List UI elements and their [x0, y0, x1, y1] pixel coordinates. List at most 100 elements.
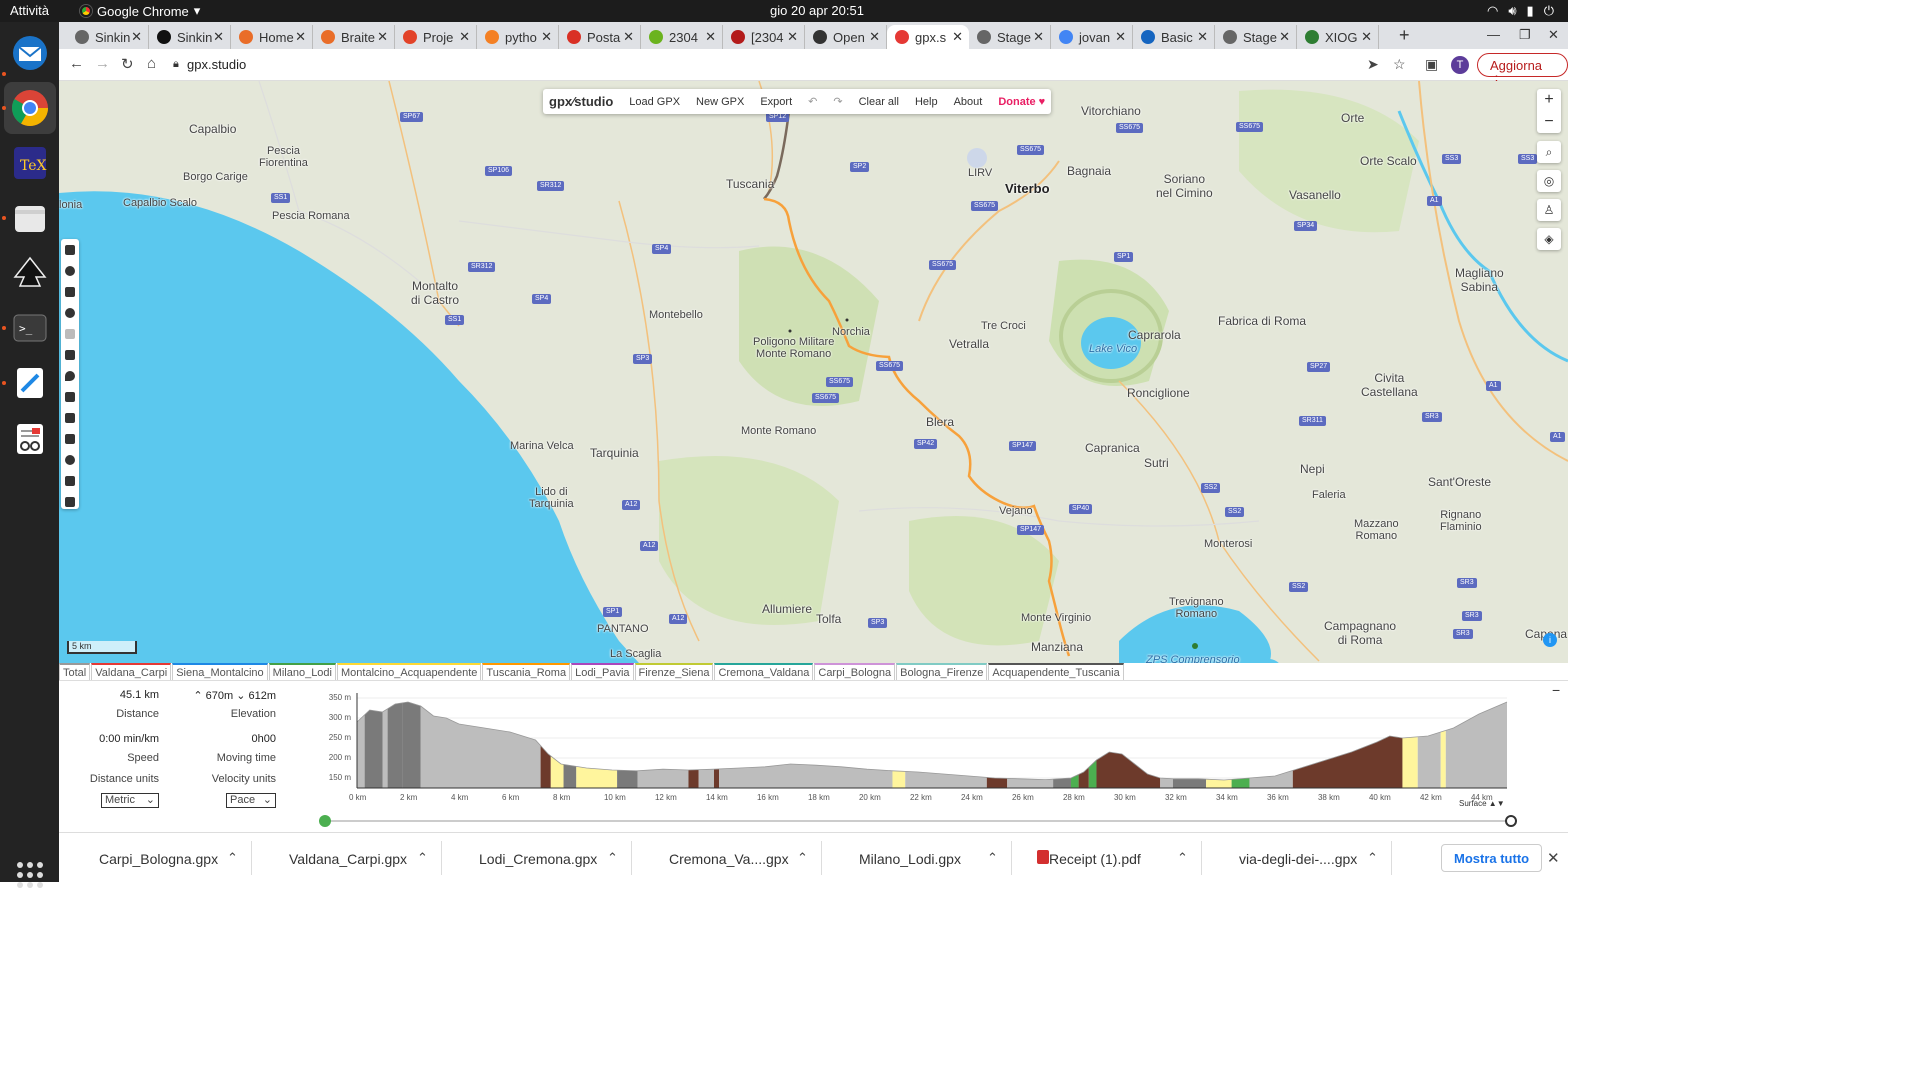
browser-tab[interactable]: Posta ✕ [559, 25, 641, 49]
send-icon[interactable]: ➤ [1367, 56, 1379, 73]
chevron-up-icon[interactable]: ⌃ [987, 850, 998, 866]
minimize-icon[interactable]: — [1487, 27, 1500, 42]
thunderbird-icon[interactable] [9, 32, 51, 74]
inkscape-icon[interactable] [9, 252, 51, 294]
download-item[interactable]: Lodi_Cremona.gpx [479, 851, 597, 867]
chevron-up-icon[interactable]: ⌃ [1367, 850, 1378, 866]
search-icon[interactable]: ⌕ [1537, 141, 1561, 163]
close-tab-icon[interactable]: ✕ [952, 29, 963, 45]
close-tab-icon[interactable]: ✕ [787, 29, 798, 45]
new-gpx-button[interactable]: New GPX [696, 96, 744, 108]
track-tab[interactable]: Tuscania_Roma [482, 663, 571, 680]
browser-tab[interactable]: 2304 ✕ [641, 25, 723, 49]
browser-tab[interactable]: jovan ✕ [1051, 25, 1133, 49]
track-tab[interactable]: Cremona_Valdana [714, 663, 814, 680]
close-tab-icon[interactable]: ✕ [1279, 29, 1290, 45]
crop-icon[interactable] [65, 413, 75, 423]
track-tab[interactable]: Montalcino_Acquapendente [337, 663, 482, 680]
list-icon[interactable] [65, 329, 75, 339]
trash-icon[interactable] [65, 497, 75, 507]
show-applications-icon[interactable] [17, 862, 43, 888]
document-viewer-icon[interactable] [9, 418, 51, 460]
zoom-out-button[interactable]: − [1537, 111, 1561, 133]
surface-toggle[interactable]: Surface ▲▼ [1459, 799, 1505, 808]
copy-icon[interactable] [65, 350, 75, 360]
terminal-icon[interactable]: >_ [9, 307, 51, 349]
chevron-up-icon[interactable]: ⌃ [607, 850, 618, 866]
street-view-icon[interactable]: ♙ [1537, 199, 1561, 221]
distance-units-select[interactable]: Metric ⌄ [101, 793, 159, 808]
reverse-icon[interactable] [65, 287, 75, 297]
gpx-studio-logo[interactable]: gpx⁄studio [549, 94, 613, 109]
compress-icon[interactable] [65, 392, 75, 402]
palette-icon[interactable] [65, 455, 75, 465]
download-item[interactable]: via-degli-dei-....gpx [1239, 851, 1357, 867]
close-tab-icon[interactable]: ✕ [377, 29, 388, 45]
waypoint-icon[interactable] [65, 371, 75, 381]
zoom-in-button[interactable]: + [1537, 89, 1561, 111]
about-button[interactable]: About [954, 96, 983, 108]
close-tab-icon[interactable]: ✕ [1115, 29, 1126, 45]
chevron-up-icon[interactable]: ⌃ [1177, 850, 1188, 866]
map-view[interactable]: Capalbio Pescia Fiorentina Borgo Carige Cap… [59, 81, 1568, 663]
reload-icon[interactable]: ↻ [121, 55, 134, 73]
merge-icon[interactable] [65, 476, 75, 486]
undo-icon[interactable]: ↶ [808, 95, 817, 108]
track-tab[interactable]: Milano_Lodi [268, 663, 336, 680]
close-window-icon[interactable]: ✕ [1548, 27, 1559, 43]
bookmark-star-icon[interactable]: ☆ [1393, 56, 1406, 73]
close-tab-icon[interactable]: ✕ [131, 29, 142, 45]
donate-button[interactable]: Donate ♥ [998, 96, 1045, 108]
download-item[interactable]: Carpi_Bologna.gpx [99, 851, 218, 867]
chevron-up-icon[interactable]: ⌃ [417, 850, 428, 866]
download-item[interactable]: Valdana_Carpi.gpx [289, 851, 407, 867]
side-panel-icon[interactable]: ▣ [1425, 56, 1438, 73]
chevron-up-icon[interactable]: ⌃ [227, 850, 238, 866]
close-tab-icon[interactable]: ✕ [623, 29, 634, 45]
texstudio-icon[interactable]: TeX [9, 142, 51, 184]
lock-icon[interactable]: 🔒︎ [173, 58, 179, 71]
home-icon[interactable]: ⌂ [147, 55, 156, 72]
range-slider[interactable] [319, 815, 1517, 827]
files-icon[interactable] [9, 197, 51, 239]
clear-all-button[interactable]: Clear all [859, 96, 899, 108]
track-tab[interactable]: Bologna_Firenze [896, 663, 988, 680]
address-bar[interactable]: gpx.studio [187, 57, 246, 72]
close-tab-icon[interactable]: ✕ [295, 29, 306, 45]
system-tray[interactable]: ◠ 🔊︎ ▮ ⏻ [1487, 3, 1554, 19]
slider-start-handle[interactable] [319, 815, 331, 827]
close-downloads-icon[interactable]: ✕ [1547, 849, 1560, 867]
load-gpx-button[interactable]: Load GPX [629, 96, 680, 108]
chrome-dock-icon[interactable] [4, 82, 56, 134]
close-tab-icon[interactable]: ✕ [869, 29, 880, 45]
browser-tab[interactable]: Open ✕ [805, 25, 887, 49]
locate-icon[interactable]: ◎ [1537, 170, 1561, 192]
track-tab[interactable]: Siena_Montalcino [172, 663, 268, 680]
browser-tab[interactable]: [2304 ✕ [723, 25, 805, 49]
profile-avatar[interactable]: T [1451, 56, 1469, 74]
update-button[interactable]: Aggiorna ⋮ [1477, 53, 1568, 88]
track-tab[interactable]: Lodi_Pavia [571, 663, 634, 680]
new-tab-button[interactable]: + [1399, 25, 1410, 46]
forward-icon[interactable]: → [95, 55, 110, 72]
show-all-downloads-button[interactable]: Mostra tutto [1441, 844, 1543, 872]
restore-icon[interactable]: ❐ [1519, 27, 1531, 43]
elevation-profile[interactable]: 350 m 300 m 250 m 200 m 150 m 0 km 2 km 4 km 6 … [309, 682, 1568, 828]
velocity-units-select[interactable]: Pace ⌄ [226, 793, 276, 808]
clock[interactable]: gio 20 apr 20:51 [770, 3, 864, 18]
browser-tab[interactable]: Braite ✕ [313, 25, 395, 49]
help-button[interactable]: Help [915, 96, 938, 108]
download-item[interactable]: Receipt (1).pdf [1049, 851, 1141, 867]
browser-tab[interactable]: Home ✕ [231, 25, 313, 49]
drop-icon[interactable] [65, 266, 75, 276]
browser-tab[interactable]: Sinkin ✕ [67, 25, 149, 49]
download-item[interactable]: Milano_Lodi.gpx [859, 851, 961, 867]
pencil-icon[interactable] [65, 245, 75, 255]
back-icon[interactable]: ← [69, 55, 84, 72]
close-tab-icon[interactable]: ✕ [705, 29, 716, 45]
browser-tab[interactable]: Stage ✕ [1215, 25, 1297, 49]
app-menu[interactable]: Google Chrome ▾ [80, 3, 200, 19]
text-editor-icon[interactable] [9, 362, 51, 404]
browser-tab[interactable]: XIOG ✕ [1297, 25, 1379, 49]
browser-tab[interactable]: pytho ✕ [477, 25, 559, 49]
